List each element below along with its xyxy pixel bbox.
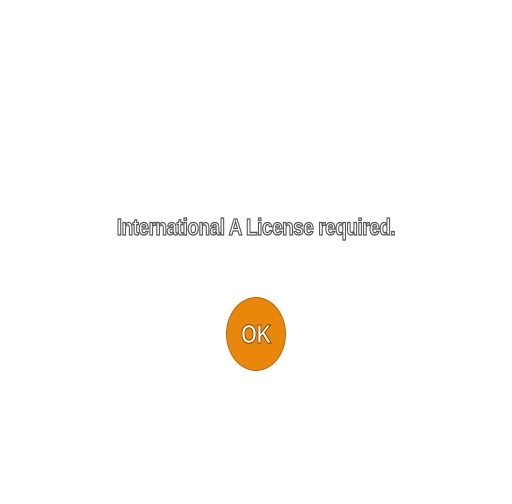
ok-button[interactable]: OK: [226, 297, 286, 371]
ok-button-label: OK: [241, 318, 272, 349]
license-required-dialog: International A License required. OK: [0, 0, 512, 504]
dialog-message: International A License required.: [116, 213, 396, 240]
